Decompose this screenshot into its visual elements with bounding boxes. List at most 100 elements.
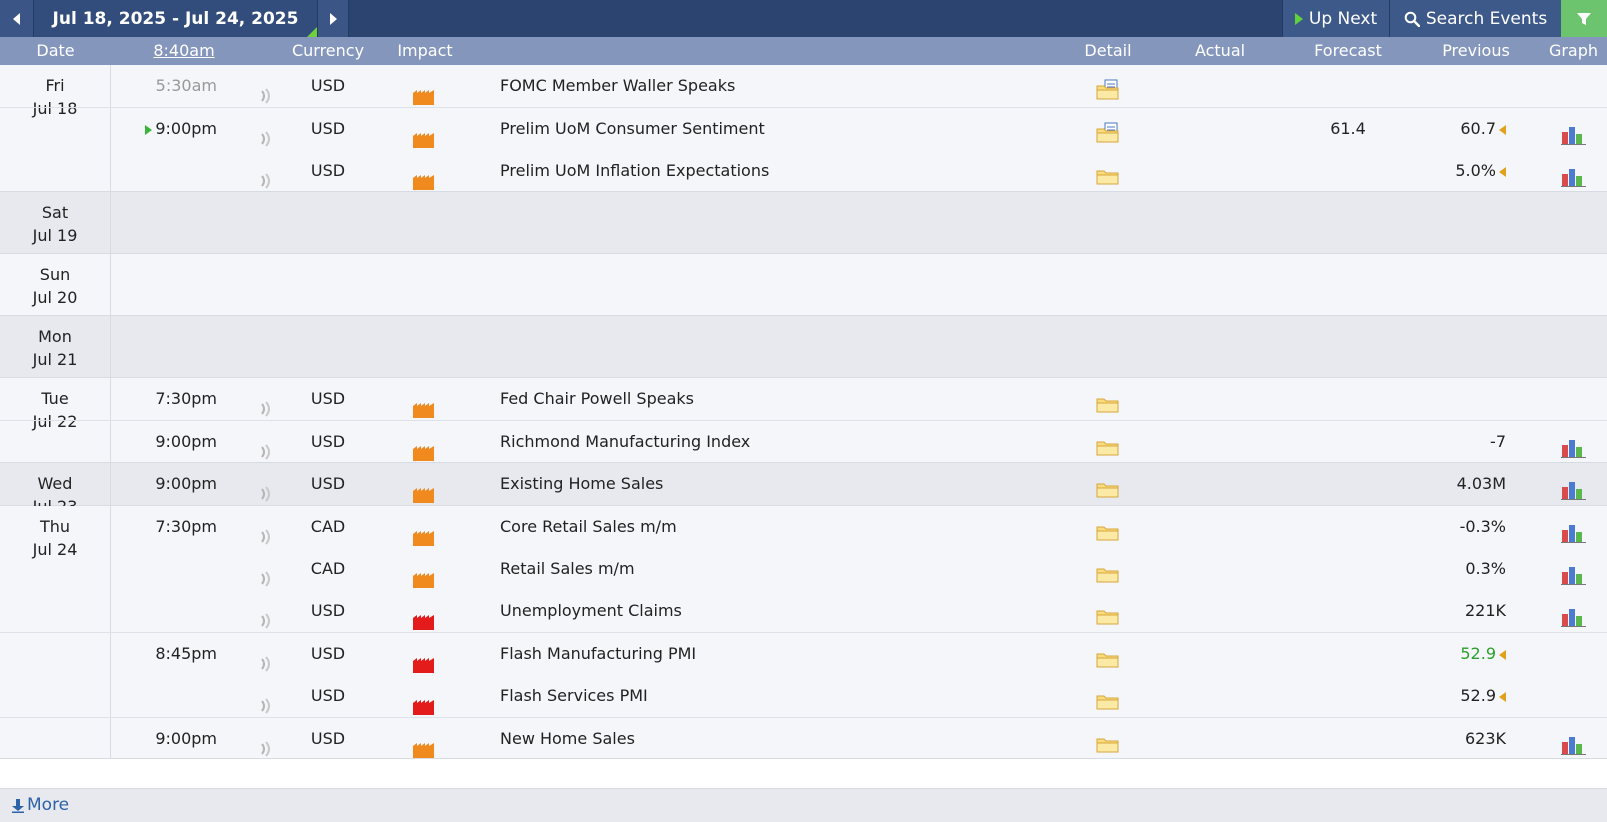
folder-doc-icon[interactable]: [1096, 118, 1120, 143]
calendar-toolbar: Jul 18, 2025 - Jul 24, 2025 Up Next Sear…: [0, 0, 1607, 38]
event-row[interactable]: 9:00pm USD Existing Home Sales 4.03M: [0, 463, 1607, 505]
bar-chart-icon[interactable]: [1561, 474, 1587, 500]
sound-alert-icon[interactable]: [258, 391, 274, 417]
search-events-button[interactable]: Search Events: [1389, 0, 1561, 37]
bar-chart-icon[interactable]: [1561, 729, 1587, 755]
bar-chart-icon[interactable]: [1561, 601, 1587, 627]
event-previous: -0.3%: [1400, 506, 1518, 548]
sound-alert-icon[interactable]: [258, 163, 274, 189]
up-next-button[interactable]: Up Next: [1282, 0, 1389, 37]
folder-icon[interactable]: [1096, 558, 1120, 583]
medium-impact-icon[interactable]: [413, 520, 434, 546]
event-row[interactable]: USD Flash Services PMI 52.9: [0, 675, 1607, 717]
sound-alert-icon[interactable]: [258, 688, 274, 714]
event-forecast: 61.4: [1330, 119, 1366, 138]
event-row[interactable]: 7:30pm CAD Core Retail Sales m/m -0.3%: [0, 506, 1607, 548]
folder-icon[interactable]: [1096, 643, 1120, 668]
event-currency: USD: [310, 161, 346, 180]
next-week-button[interactable]: [317, 0, 349, 37]
event-title[interactable]: Retail Sales m/m: [500, 548, 1020, 590]
high-impact-icon[interactable]: [413, 604, 434, 630]
sound-alert-icon[interactable]: [258, 603, 274, 629]
folder-icon[interactable]: [1096, 685, 1120, 710]
event-previous: -7: [1400, 421, 1518, 463]
medium-impact-icon[interactable]: [413, 435, 434, 461]
revised-icon[interactable]: [1499, 124, 1506, 135]
high-impact-icon[interactable]: [413, 647, 434, 673]
medium-impact-icon[interactable]: [413, 477, 434, 503]
event-title[interactable]: FOMC Member Waller Speaks: [500, 65, 1020, 107]
bar-chart-icon[interactable]: [1561, 432, 1587, 458]
event-title[interactable]: Existing Home Sales: [500, 463, 1020, 505]
bar-chart-icon[interactable]: [1561, 559, 1587, 585]
folder-icon[interactable]: [1096, 516, 1120, 541]
folder-icon[interactable]: [1096, 600, 1120, 625]
folder-doc-icon[interactable]: [1096, 75, 1120, 100]
event-currency: USD: [310, 432, 346, 451]
medium-impact-icon[interactable]: [413, 122, 434, 148]
day-group: Fri Jul 18 5:30am USD FOMC Member Waller Spe…: [0, 65, 1607, 192]
event-row[interactable]: 9:00pm USD Richmond Manufacturing Index -7: [0, 420, 1607, 463]
event-title[interactable]: Unemployment Claims: [500, 590, 1020, 632]
event-title[interactable]: Prelim UoM Consumer Sentiment: [500, 108, 1020, 150]
sound-alert-icon[interactable]: [258, 78, 274, 104]
event-previous-value: -0.3%: [1459, 517, 1506, 536]
revised-icon[interactable]: [1499, 166, 1506, 177]
bar-chart-icon[interactable]: [1561, 161, 1587, 187]
event-row[interactable]: 9:00pm USD Prelim UoM Consumer Sentiment 61…: [0, 107, 1607, 150]
date-range-selector[interactable]: Jul 18, 2025 - Jul 24, 2025: [34, 0, 317, 37]
event-time-text: 9:00pm: [155, 432, 217, 451]
event-title[interactable]: Prelim UoM Inflation Expectations: [500, 150, 1020, 192]
sound-alert-icon[interactable]: [258, 121, 274, 147]
current-time-link[interactable]: 8:40am: [111, 37, 257, 65]
medium-impact-icon[interactable]: [413, 79, 434, 105]
event-row[interactable]: 9:00pm USD New Home Sales 623K: [0, 717, 1607, 760]
event-row[interactable]: 5:30am USD FOMC Member Waller Speaks: [0, 65, 1607, 107]
event-row[interactable]: CAD Retail Sales m/m 0.3%: [0, 548, 1607, 590]
sound-alert-icon[interactable]: [258, 646, 274, 672]
medium-impact-icon[interactable]: [413, 732, 434, 758]
folder-icon[interactable]: [1096, 388, 1120, 413]
sound-alert-icon[interactable]: [258, 731, 274, 757]
event-row[interactable]: 7:30pm USD Fed Chair Powell Speaks: [0, 378, 1607, 420]
event-title[interactable]: New Home Sales: [500, 718, 1020, 760]
currency-column-header: Currency: [291, 41, 365, 60]
medium-impact-icon[interactable]: [413, 164, 434, 190]
folder-icon[interactable]: [1096, 160, 1120, 185]
event-title[interactable]: Flash Services PMI: [500, 675, 1020, 717]
folder-icon[interactable]: [1096, 473, 1120, 498]
event-forecast: [1298, 675, 1398, 717]
event-previous-value: 221K: [1464, 601, 1506, 620]
event-title[interactable]: Flash Manufacturing PMI: [500, 633, 1020, 675]
revised-icon[interactable]: [1499, 691, 1506, 702]
column-header-row: Date 8:40am Currency Impact Detail Actua…: [0, 37, 1607, 65]
event-time-text: 5:30am: [155, 76, 217, 95]
event-title[interactable]: Core Retail Sales m/m: [500, 506, 1020, 548]
sound-alert-icon[interactable]: [258, 519, 274, 545]
sound-alert-icon[interactable]: [258, 561, 274, 587]
day-name: Sun: [39, 265, 71, 284]
filter-button[interactable]: [1561, 0, 1607, 37]
bar-chart-icon[interactable]: [1561, 119, 1587, 145]
event-previous-value: 52.9: [1460, 686, 1496, 705]
folder-icon[interactable]: [1096, 431, 1120, 456]
sound-alert-icon[interactable]: [258, 476, 274, 502]
event-row[interactable]: USD Prelim UoM Inflation Expectations 5.0%: [0, 150, 1607, 192]
day-group: Thu Jul 24 7:30pm CAD Core Retail Sales m/m -…: [0, 506, 1607, 759]
event-time: 9:00pm: [111, 463, 257, 505]
event-title[interactable]: Fed Chair Powell Speaks: [500, 378, 1020, 420]
event-row[interactable]: USD Unemployment Claims 221K: [0, 590, 1607, 632]
medium-impact-icon[interactable]: [413, 562, 434, 588]
previous-week-button[interactable]: [0, 0, 34, 37]
sound-alert-icon[interactable]: [258, 434, 274, 460]
more-link[interactable]: More: [12, 789, 69, 822]
event-row[interactable]: 8:45pm USD Flash Manufacturing PMI 52.9: [0, 632, 1607, 675]
event-forecast: [1298, 718, 1398, 760]
event-title[interactable]: Richmond Manufacturing Index: [500, 421, 1020, 463]
medium-impact-icon[interactable]: [413, 392, 434, 418]
event-previous: [1400, 378, 1518, 420]
folder-icon[interactable]: [1096, 728, 1120, 753]
high-impact-icon[interactable]: [413, 689, 434, 715]
revised-icon[interactable]: [1499, 649, 1506, 660]
bar-chart-icon[interactable]: [1561, 517, 1587, 543]
